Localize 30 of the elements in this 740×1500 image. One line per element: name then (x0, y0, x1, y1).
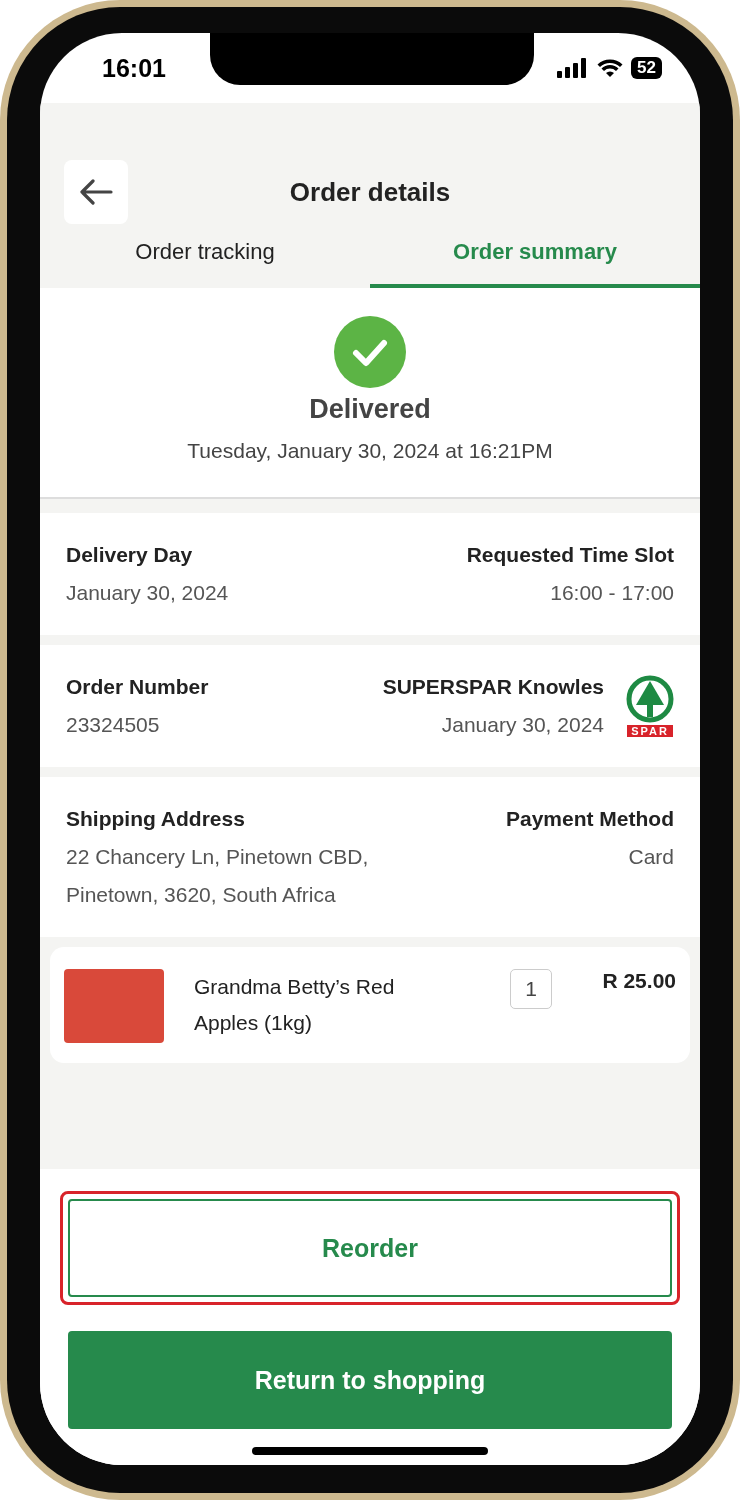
check-circle-icon (334, 316, 406, 388)
status-label: Delivered (309, 394, 431, 425)
detail-value: 23324505 (66, 713, 161, 737)
detail-label: Delivery Day (66, 543, 194, 567)
detail-label: Order Number (66, 675, 209, 699)
tab[interactable]: Order tracking (40, 229, 370, 288)
detail-value: 16:00 - 17:00 (550, 581, 674, 605)
action-button[interactable]: Reorder (68, 1199, 672, 1297)
tree-icon (626, 675, 674, 723)
quantity-box: 1 (510, 969, 552, 1009)
back-button[interactable] (64, 160, 128, 224)
detail-value: January 30, 2024 (66, 581, 229, 605)
detail-value: Pinetown, 3620, South Africa (66, 883, 337, 907)
detail-label: Requested Time Slot (466, 543, 674, 567)
page-title: Order details (288, 176, 452, 208)
detail-value: January 30, 2024 (441, 713, 604, 737)
detail-label: Shipping Address (66, 807, 246, 831)
status-time: 16:01 (102, 53, 166, 83)
detail-value: 22 Chancery Ln, Pinetown CBD, (66, 845, 369, 869)
detail-value: Card (628, 845, 674, 869)
detail-label: SUPERSPAR Knowles (382, 675, 604, 699)
product-price: R 25.00 (601, 969, 676, 993)
wifi-icon (597, 58, 624, 78)
product-name: Grandma Betty’s Red Apples (1kg) (193, 974, 396, 1036)
status-date: Tuesday, January 30, 2024 at 16:21PM (187, 439, 553, 463)
back-arrow-icon (79, 179, 113, 205)
battery-level: 52 (631, 57, 662, 79)
detail-label: Payment Method (505, 807, 674, 831)
action-button[interactable]: Return to shopping (68, 1331, 672, 1429)
logo-text: SPAR (627, 725, 673, 737)
